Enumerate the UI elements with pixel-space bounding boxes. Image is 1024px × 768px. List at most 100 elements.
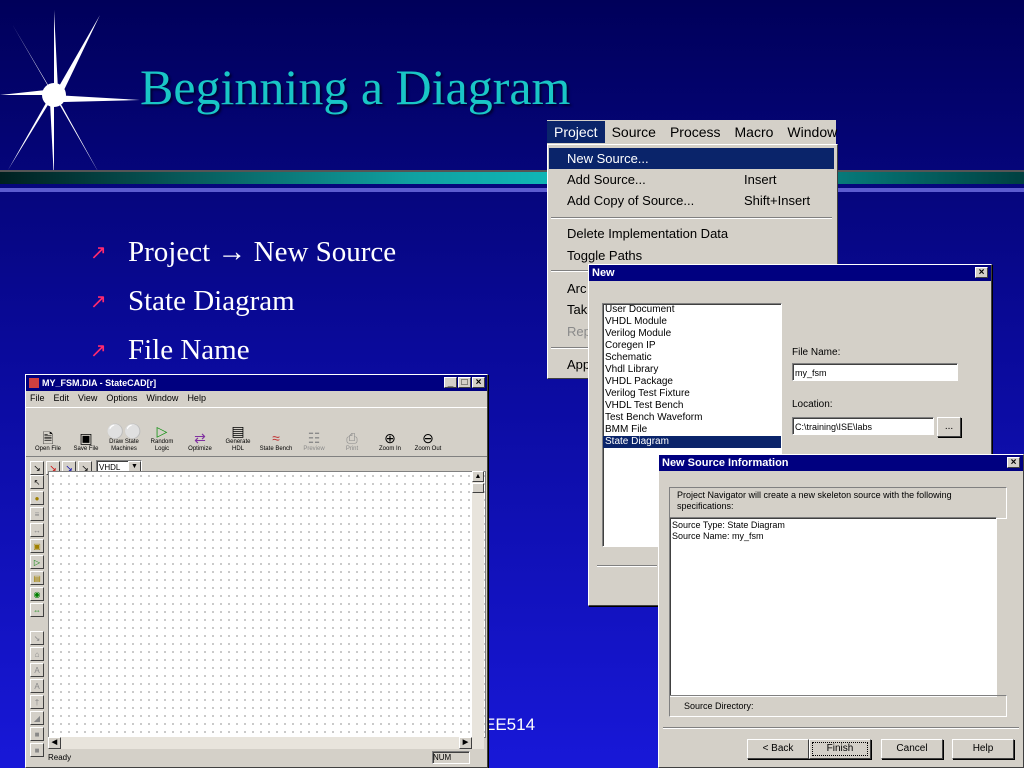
floppy-icon: ▣ bbox=[79, 430, 93, 446]
menu-window[interactable]: Window bbox=[146, 393, 178, 405]
source-type-item[interactable]: Vhdl Library bbox=[603, 364, 781, 376]
source-type-item[interactable]: Schematic bbox=[603, 352, 781, 364]
diagram-canvas[interactable] bbox=[48, 471, 486, 738]
source-type-item[interactable]: Verilog Test Fixture bbox=[603, 388, 781, 400]
cancel-button[interactable]: Cancel bbox=[881, 739, 943, 759]
block-icon[interactable]: ■ bbox=[30, 727, 44, 741]
horizontal-scrollbar[interactable]: ◀ ▶ bbox=[48, 737, 484, 749]
save-file-button[interactable]: ▣ Save File bbox=[68, 411, 104, 453]
preview-button[interactable]: ☷ Preview bbox=[296, 411, 332, 453]
menu-item-new-source[interactable]: New Source... bbox=[549, 148, 834, 169]
menu-macro[interactable]: Macro bbox=[728, 121, 781, 143]
status-bar: Ready NUM bbox=[46, 751, 484, 764]
output-icon[interactable]: ▷ bbox=[30, 555, 44, 569]
minimize-button[interactable]: _ bbox=[444, 377, 457, 388]
zoom-out-button[interactable]: ⊖ Zoom Out bbox=[410, 411, 446, 453]
menu-view[interactable]: View bbox=[78, 393, 97, 405]
source-type-item[interactable]: VHDL Package bbox=[603, 376, 781, 388]
finish-button[interactable]: Finish bbox=[809, 739, 871, 759]
menu-edit[interactable]: Edit bbox=[54, 393, 70, 405]
button-divider bbox=[663, 727, 1019, 729]
close-button[interactable]: × bbox=[472, 377, 485, 388]
help-button[interactable]: Help bbox=[952, 739, 1014, 759]
statecad-title: MY_FSM.DIA - StateCAD[r] bbox=[42, 378, 157, 388]
slide-footer: EE514 bbox=[484, 715, 536, 734]
home-icon[interactable]: ⌂ bbox=[30, 647, 44, 661]
info-dialog-titlebar[interactable]: New Source Information × bbox=[659, 455, 1023, 471]
maximize-button[interactable]: □ bbox=[458, 377, 471, 388]
new-dialog-title: New bbox=[592, 267, 615, 279]
menu-options[interactable]: Options bbox=[106, 393, 137, 405]
generate-hdl-button[interactable]: ▤ Generate HDL bbox=[220, 411, 256, 453]
menu-help[interactable]: Help bbox=[187, 393, 206, 405]
link-icon[interactable]: ⇔ bbox=[30, 603, 44, 617]
open-file-button[interactable]: 🗎 Open File bbox=[30, 411, 66, 453]
zoom-out-icon: ⊖ bbox=[422, 430, 434, 446]
menu-window[interactable]: Window bbox=[780, 121, 844, 143]
specification-textarea[interactable]: Source Type: State Diagram Source Name: … bbox=[669, 517, 997, 697]
waveform-icon: ≈ bbox=[272, 430, 280, 446]
scroll-up-button[interactable]: ▲ bbox=[472, 471, 484, 482]
source-type-item-selected[interactable]: State Diagram bbox=[603, 436, 781, 448]
scroll-thumb[interactable] bbox=[472, 483, 484, 493]
condition-icon[interactable]: ◉ bbox=[30, 587, 44, 601]
flag-icon[interactable]: ◢ bbox=[30, 711, 44, 725]
text-style-icon[interactable]: A bbox=[30, 679, 44, 693]
transition-icon[interactable]: ≡ bbox=[30, 507, 44, 521]
back-button[interactable]: < Back bbox=[747, 739, 809, 759]
bus-icon[interactable]: ▤ bbox=[30, 571, 44, 585]
menu-item-add-source[interactable]: Add Source... Insert bbox=[549, 169, 834, 190]
source-type-item[interactable]: Test Bench Waveform bbox=[603, 412, 781, 424]
scroll-left-button[interactable]: ◀ bbox=[48, 737, 61, 749]
text-a-icon[interactable]: A bbox=[30, 663, 44, 677]
source-type-item[interactable]: Verilog Module bbox=[603, 328, 781, 340]
close-button[interactable]: × bbox=[975, 267, 988, 278]
source-type-item[interactable]: VHDL Module bbox=[603, 316, 781, 328]
print-button[interactable]: ⎙ Print bbox=[334, 411, 370, 453]
source-type-item[interactable]: BMM File bbox=[603, 424, 781, 436]
pointer-icon[interactable]: ↖ bbox=[30, 475, 44, 489]
probe-icon[interactable]: † bbox=[30, 695, 44, 709]
state-bench-button[interactable]: ≈ State Bench bbox=[258, 411, 294, 453]
source-type-item[interactable]: VHDL Test Bench bbox=[603, 400, 781, 412]
menu-project[interactable]: Project bbox=[547, 121, 605, 143]
source-directory-label: Source Directory: bbox=[684, 701, 754, 711]
arrow-icon[interactable]: ↔ bbox=[30, 523, 44, 537]
menu-file[interactable]: File bbox=[30, 393, 45, 405]
bullet-arrow-icon: ↗ bbox=[90, 340, 107, 362]
divider-bottom bbox=[0, 188, 1024, 192]
info-dialog-title: New Source Information bbox=[662, 457, 789, 469]
select-tool-icon[interactable]: ↘ bbox=[30, 461, 44, 475]
align-icon[interactable]: ↘ bbox=[30, 631, 44, 645]
new-dialog-titlebar[interactable]: New × bbox=[589, 265, 991, 281]
reset-icon[interactable]: ▣ bbox=[30, 539, 44, 553]
vertical-scrollbar[interactable]: ▲ bbox=[472, 471, 484, 739]
location-label: Location: bbox=[792, 399, 833, 410]
file-name-input[interactable]: my_fsm bbox=[792, 363, 958, 381]
printer-icon: ⎙ bbox=[346, 430, 358, 446]
menu-item-toggle-paths[interactable]: Toggle Paths bbox=[549, 245, 834, 266]
bullet-item: ↗ State Diagram bbox=[90, 285, 295, 317]
menu-item-delete-implementation[interactable]: Delete Implementation Data bbox=[549, 223, 834, 244]
scroll-right-button[interactable]: ▶ bbox=[459, 737, 472, 749]
draw-state-machines-button[interactable]: ⚪⚪ Draw State Machines bbox=[106, 411, 142, 453]
source-type-item[interactable]: User Document bbox=[603, 304, 781, 316]
statecad-toolbar: 🗎 Open File ▣ Save File ⚪⚪ Draw State Machi… bbox=[26, 407, 487, 457]
random-logic-button[interactable]: ▷ Random Logic bbox=[144, 411, 180, 453]
close-button[interactable]: × bbox=[1007, 457, 1020, 468]
divider-teal bbox=[0, 172, 1024, 184]
zoom-in-icon: ⊕ bbox=[384, 430, 396, 446]
menu-source[interactable]: Source bbox=[605, 121, 663, 143]
location-input[interactable]: C:\training\ISE\labs bbox=[792, 417, 934, 435]
state-icon[interactable]: ● bbox=[30, 491, 44, 505]
menu-process[interactable]: Process bbox=[663, 121, 728, 143]
zoom-in-button[interactable]: ⊕ Zoom In bbox=[372, 411, 408, 453]
menu-item-add-copy[interactable]: Add Copy of Source... Shift+Insert bbox=[549, 190, 834, 211]
status-num: NUM bbox=[432, 751, 470, 764]
preview-icon: ☷ bbox=[307, 430, 321, 446]
statecad-titlebar[interactable]: MY_FSM.DIA - StateCAD[r] _ □ × bbox=[26, 375, 487, 391]
source-type-item[interactable]: Coregen IP bbox=[603, 340, 781, 352]
optimize-button[interactable]: ⇄ Optimize bbox=[182, 411, 218, 453]
browse-button[interactable]: ... bbox=[937, 417, 961, 437]
box-icon[interactable]: ■ bbox=[30, 743, 44, 757]
